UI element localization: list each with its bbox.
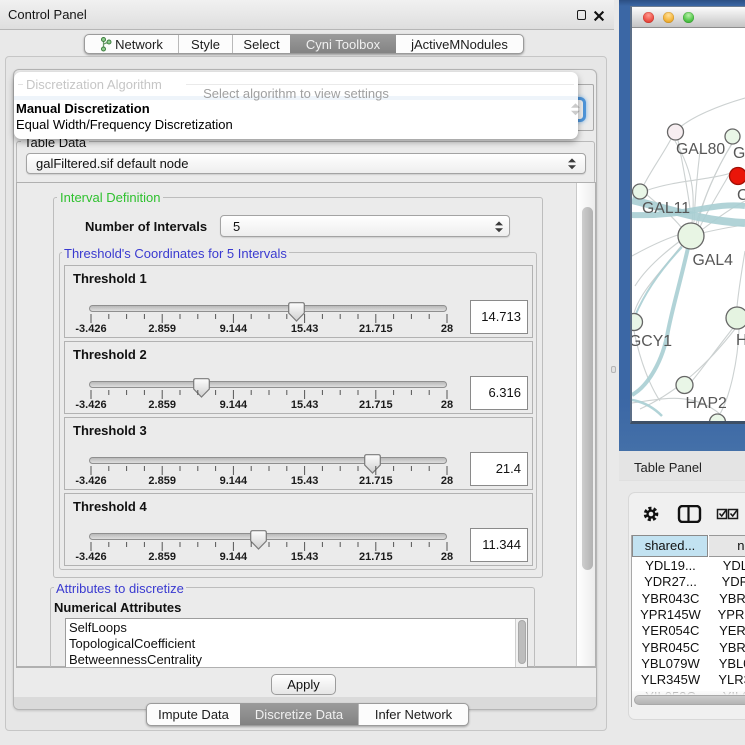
svg-text:GAL11: GAL11 [642,200,690,217]
svg-text:HA: HA [736,332,745,349]
svg-text:GAL4: GAL4 [693,252,734,269]
svg-text:GCY1: GCY1 [632,333,672,350]
svg-text:C: C [737,187,745,204]
svg-text:GA: GA [733,145,745,162]
svg-text:GAL80: GAL80 [676,141,725,158]
svg-text:HAP2: HAP2 [686,395,727,412]
